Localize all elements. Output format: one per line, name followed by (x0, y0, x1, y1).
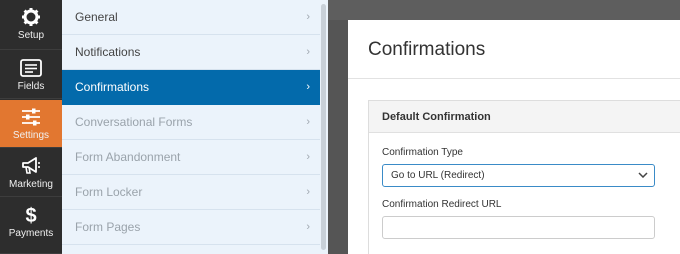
submenu-item-label: Form Locker (75, 185, 143, 199)
sidebar-item-label: Settings (12, 130, 50, 141)
main-content: Confirmations Default Confirmation Confi… (328, 0, 680, 254)
redirect-url-input[interactable] (382, 216, 655, 239)
chevron-right-icon: › (306, 46, 310, 58)
submenu-item-label: General (75, 10, 118, 24)
submenu-item-form-pages[interactable]: Form Pages › (62, 210, 320, 245)
gear-icon (21, 6, 41, 28)
sidebar-item-setup[interactable]: Setup (0, 0, 62, 50)
submenu-item-label: Confirmations (75, 80, 150, 94)
fields-icon (20, 57, 42, 79)
chevron-right-icon: › (306, 81, 310, 93)
select-value: Go to URL (Redirect) (391, 170, 485, 181)
sidebar-item-payments[interactable]: $ Payments (0, 198, 62, 254)
chevron-right-icon: › (306, 151, 310, 163)
chevron-down-icon (638, 170, 648, 181)
scrollbar-thumb[interactable] (321, 4, 326, 250)
sidebar-item-settings[interactable]: Settings (0, 100, 62, 148)
top-bar (328, 0, 680, 20)
chevron-right-icon: › (306, 186, 310, 198)
submenu-item-label: Notifications (75, 45, 141, 59)
chevron-right-icon: › (306, 221, 310, 233)
sidebar-item-marketing[interactable]: Marketing (0, 149, 62, 197)
submenu-item-label: Conversational Forms (75, 115, 193, 129)
chevron-right-icon: › (306, 11, 310, 23)
title-divider (348, 78, 680, 79)
submenu-item-confirmations[interactable]: Confirmations › (62, 70, 320, 105)
page-title: Confirmations (368, 39, 486, 60)
submenu-scrollbar[interactable] (320, 0, 328, 254)
megaphone-icon (21, 155, 41, 177)
sidebar-item-label: Marketing (9, 179, 53, 190)
dollar-icon: $ (24, 204, 38, 226)
submenu-item-notifications[interactable]: Notifications › (62, 35, 320, 70)
confirmation-type-select[interactable]: Go to URL (Redirect) (382, 164, 655, 187)
submenu-item-conversational-forms[interactable]: Conversational Forms › (62, 105, 320, 140)
builder-sidebar: Setup Fields Settings Marketing $ Paymen… (0, 0, 62, 254)
submenu-item-form-abandonment[interactable]: Form Abandonment › (62, 140, 320, 175)
confirmation-card: Default Confirmation Confirmation Type G… (368, 100, 680, 254)
submenu-item-label: Form Abandonment (75, 150, 181, 164)
confirmations-panel: Confirmations Default Confirmation Confi… (348, 20, 680, 254)
sidebar-item-label: Payments (8, 228, 54, 239)
redirect-url-label: Confirmation Redirect URL (382, 199, 502, 210)
submenu-item-general[interactable]: General › (62, 0, 320, 35)
submenu-item-form-locker[interactable]: Form Locker › (62, 175, 320, 210)
card-heading[interactable]: Default Confirmation (369, 101, 680, 133)
chevron-right-icon: › (306, 116, 310, 128)
sidebar-item-fields[interactable]: Fields (0, 51, 62, 99)
sidebar-item-label: Setup (17, 30, 45, 41)
settings-submenu: General › Notifications › Confirmations … (62, 0, 328, 254)
svg-text:$: $ (25, 205, 36, 226)
confirmation-type-label: Confirmation Type (382, 147, 463, 158)
sliders-icon (21, 106, 41, 128)
submenu-item-label: Form Pages (75, 220, 141, 234)
sidebar-item-label: Fields (17, 81, 45, 92)
